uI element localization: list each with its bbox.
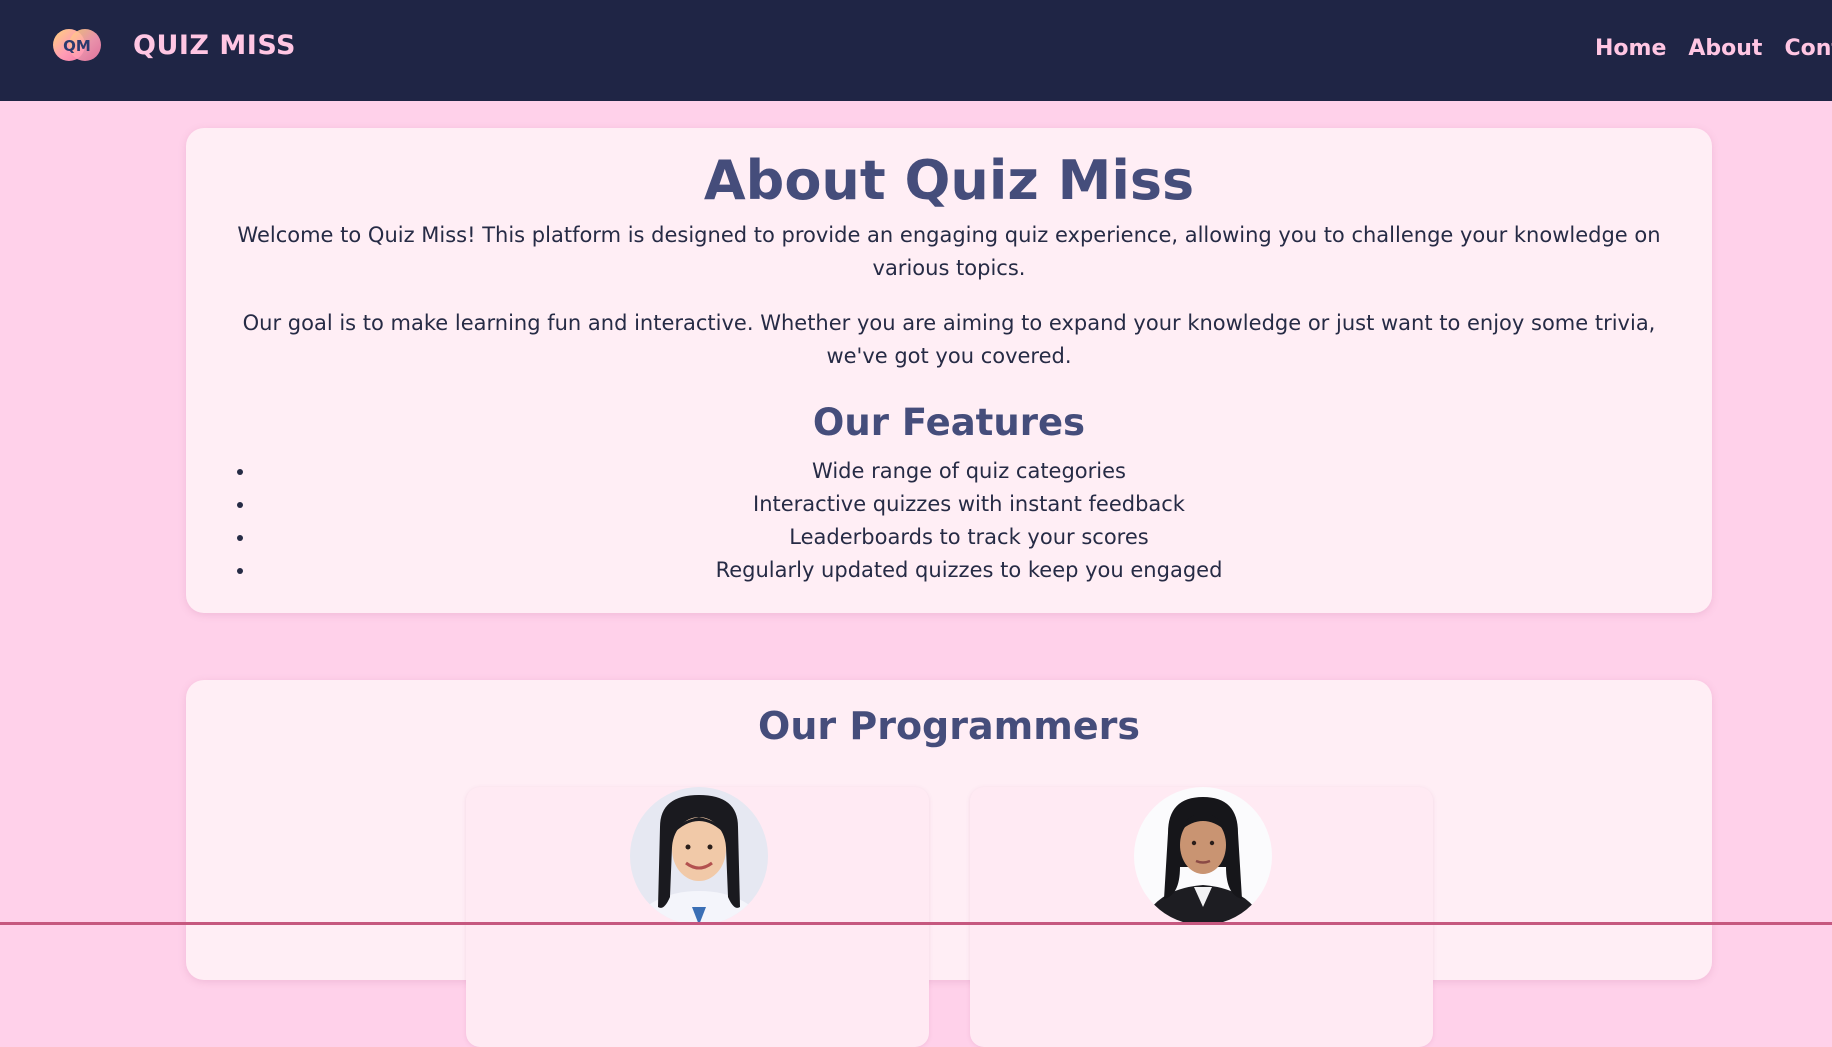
about-title: About Quiz Miss (703, 149, 1195, 212)
about-welcome-paragraph: Welcome to Quiz Miss! This platform is d… (237, 223, 1661, 280)
programmer-photo-icon (630, 787, 768, 925)
feature-item: Interactive quizzes with instant feedbac… (256, 488, 1682, 521)
quiz-miss-logo[interactable]: QM (52, 28, 102, 62)
feature-item: Leaderboards to track your scores (256, 521, 1682, 554)
nav-contact-link[interactable]: Contac (1784, 36, 1832, 61)
programmer-photo-icon (1134, 787, 1272, 925)
navbar: QM QUIZ MISS Home About Contac (0, 0, 1832, 101)
feature-item: Regularly updated quizzes to keep you en… (256, 554, 1682, 587)
nav-about-link[interactable]: About (1688, 36, 1762, 61)
svg-text:QM: QM (63, 37, 91, 55)
programmer-card (466, 787, 929, 1047)
nav-home-link[interactable]: Home (1595, 36, 1666, 61)
about-card: About Quiz Miss Welcome to Quiz Miss! Th… (186, 128, 1712, 613)
about-goal-paragraph: Our goal is to make learning fun and int… (242, 311, 1656, 368)
logo-icon: QM (53, 29, 101, 61)
programmers-card: Our Programmers (186, 680, 1712, 1047)
programmer-avatar (630, 787, 768, 925)
features-title: Our Features (812, 401, 1086, 444)
programmer-avatar (1134, 787, 1272, 925)
programmers-title: Our Programmers (758, 704, 1140, 748)
features-list: Wide range of quiz categories Interactiv… (216, 455, 1682, 587)
programmer-card (970, 787, 1433, 1047)
brand-title[interactable]: QUIZ MISS (133, 30, 296, 61)
nav-links: Home About Contac (1595, 36, 1832, 61)
feature-item: Wide range of quiz categories (256, 455, 1682, 488)
